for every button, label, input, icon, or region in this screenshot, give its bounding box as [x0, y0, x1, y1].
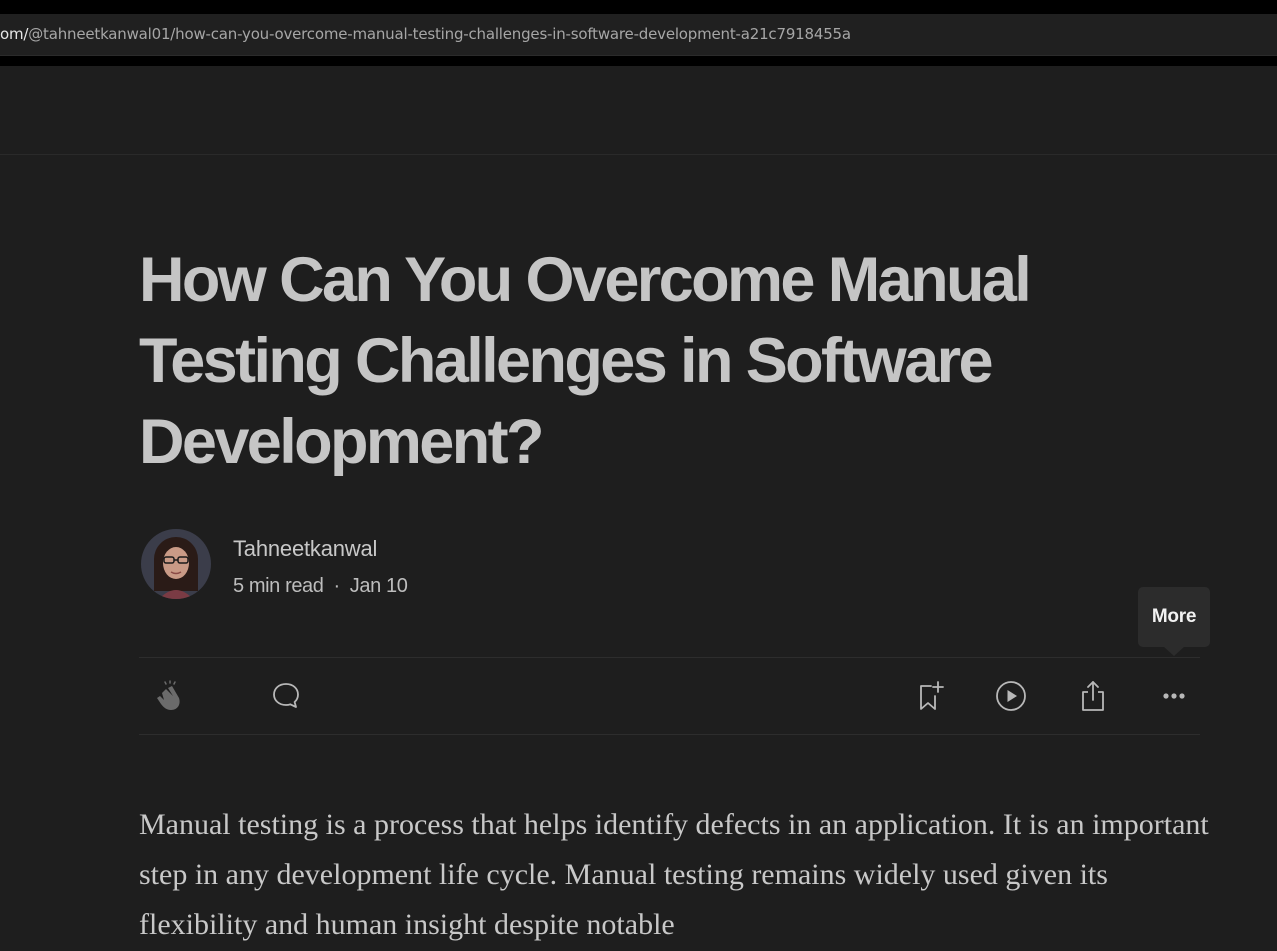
more-dots-icon — [1163, 693, 1185, 699]
address-bar[interactable]: om/@tahneetkanwal01/how-can-you-overcome… — [0, 14, 1277, 56]
listen-button[interactable] — [991, 676, 1031, 716]
browser-chrome: om/@tahneetkanwal01/how-can-you-overcome… — [0, 0, 1277, 66]
clap-button[interactable] — [150, 676, 190, 716]
url-path: @tahneetkanwal01/how-can-you-overcome-ma… — [28, 25, 851, 43]
clap-icon — [157, 680, 180, 710]
meta-separator: · — [333, 575, 341, 597]
author-avatar[interactable] — [141, 529, 211, 599]
save-button[interactable] — [910, 676, 950, 716]
comment-icon — [273, 683, 299, 708]
bookmark-add-icon — [920, 681, 944, 710]
article-meta: 5 min read · Jan 10 — [233, 575, 408, 598]
publish-date: Jan 10 — [349, 575, 408, 597]
site-header — [0, 66, 1277, 155]
article-title: How Can You Overcome Manual Testing Chal… — [139, 245, 1032, 477]
avatar-image — [141, 529, 211, 599]
url-text[interactable]: om/@tahneetkanwal01/how-can-you-overcome… — [0, 25, 851, 43]
url-host: om/ — [0, 25, 29, 43]
article-body-paragraph: Manual testing is a process that helps i… — [139, 808, 1209, 941]
more-tooltip: More — [1138, 587, 1210, 647]
share-button[interactable] — [1073, 676, 1113, 716]
share-icon — [1082, 681, 1104, 711]
comment-button[interactable] — [266, 676, 306, 716]
play-circle-icon — [996, 681, 1026, 711]
more-button[interactable] — [1154, 676, 1194, 716]
author-name[interactable]: Tahneetkanwal — [233, 536, 377, 562]
read-time: 5 min read — [233, 575, 324, 597]
tooltip-arrow — [1163, 646, 1185, 656]
